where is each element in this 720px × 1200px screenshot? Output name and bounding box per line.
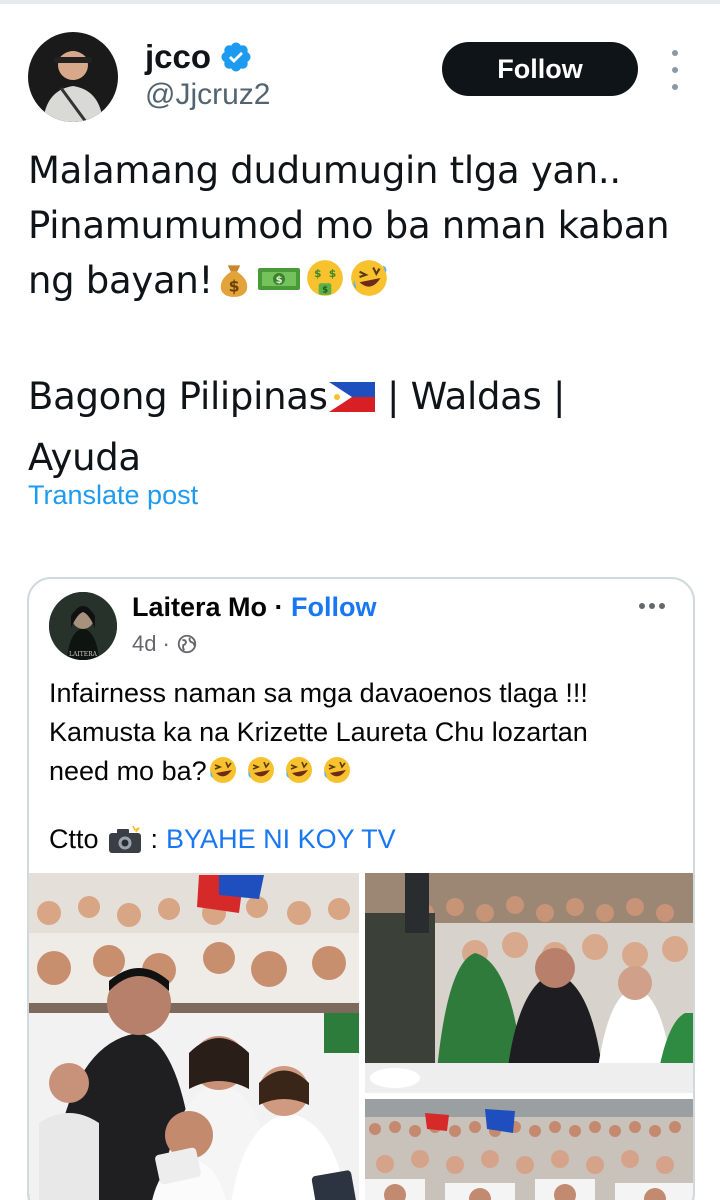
tweet-tag-bagong-pilipinas: Bagong Pilipinas — [28, 375, 328, 418]
follow-button[interactable]: Follow — [442, 42, 638, 96]
crowd-photo-top-right — [365, 873, 693, 1093]
fb-ctto-source-link: BYAHE NI KOY TV — [166, 824, 396, 854]
fb-ctto-separator: : — [150, 824, 159, 854]
tweet-text-line-3: ng bayan! $ $ $ $ $ — [28, 253, 708, 314]
tweet-text-line-2: Pinamumumod mo ba nman kaban — [28, 204, 670, 247]
more-options-icon[interactable] — [664, 50, 686, 90]
top-divider — [0, 0, 720, 4]
fb-post-age: 4d — [132, 631, 157, 656]
fb-text-line-3-text: need mo ba? — [49, 756, 207, 786]
fb-separator: · — [267, 592, 292, 622]
tweet-tag-rest: | Waldas | — [375, 375, 566, 418]
verified-badge-icon — [221, 42, 251, 72]
fb-post-header: Laitera Mo · Follow — [132, 592, 377, 623]
svg-text:$: $ — [276, 275, 283, 286]
tweet-tags-line-1: Bagong Pilipinas | Waldas | — [28, 369, 708, 430]
dollar-banknote-icon: $ — [255, 257, 303, 314]
tweet-tags-line-2: Ayuda — [28, 436, 141, 479]
fb-text-line-3: need mo ba? — [49, 752, 689, 791]
svg-text:$: $ — [314, 268, 321, 280]
fb-page-avatar: LAITERA — [49, 592, 117, 660]
svg-text:LAITERA: LAITERA — [69, 651, 98, 658]
svg-text:$: $ — [329, 268, 336, 280]
fb-post-meta: 4d · — [132, 631, 198, 657]
rolling-laughing-face-icon — [347, 257, 391, 314]
fb-ctto-label: Ctto — [49, 824, 99, 854]
svg-text:$: $ — [322, 285, 328, 295]
fb-more-icon — [639, 603, 665, 609]
fb-text-line-1: Infairness naman sa mga davaoenos tlaga … — [49, 678, 588, 708]
money-mouth-face-icon: $ $ $ — [303, 257, 347, 314]
author-name[interactable]: jcco — [145, 38, 211, 76]
philippines-flag-icon — [328, 375, 376, 430]
crowd-photo-bottom-right — [365, 1099, 693, 1200]
translate-post-link[interactable]: Translate post — [28, 480, 198, 511]
fb-page-name: Laitera Mo — [132, 592, 268, 622]
tweet-text-line-3-text: ng bayan! — [28, 259, 214, 302]
tweet-text: Malamang dudumugin tlga yan.. Pinamumumo… — [28, 143, 708, 485]
camera-flash-icon — [108, 825, 141, 853]
embedded-image-card[interactable]: LAITERA Laitera Mo · Follow 4d · Infairn… — [27, 577, 695, 1200]
globe-icon — [177, 634, 196, 654]
fb-post-text: Infairness naman sa mga davaoenos tlaga … — [49, 674, 689, 791]
fb-ctto-line: Ctto : BYAHE NI KOY TV — [49, 824, 396, 855]
author-avatar[interactable] — [28, 32, 118, 122]
fb-text-line-2: Kamusta ka na Krizette Laureta Chu lozar… — [49, 717, 588, 747]
laughing-emojis — [207, 756, 359, 786]
svg-text:$: $ — [229, 277, 240, 296]
fb-follow-link: Follow — [291, 592, 377, 622]
author-handle[interactable]: @Jjcruz2 — [145, 78, 270, 112]
money-bag-icon: $ — [213, 257, 255, 314]
tweet-text-line-1: Malamang dudumugin tlga yan.. — [28, 149, 621, 192]
author-name-row: jcco — [145, 38, 253, 76]
crowd-photo-left — [29, 873, 359, 1200]
tweet-text-line-4 — [28, 314, 708, 369]
fb-meta-dot: · — [162, 631, 170, 656]
